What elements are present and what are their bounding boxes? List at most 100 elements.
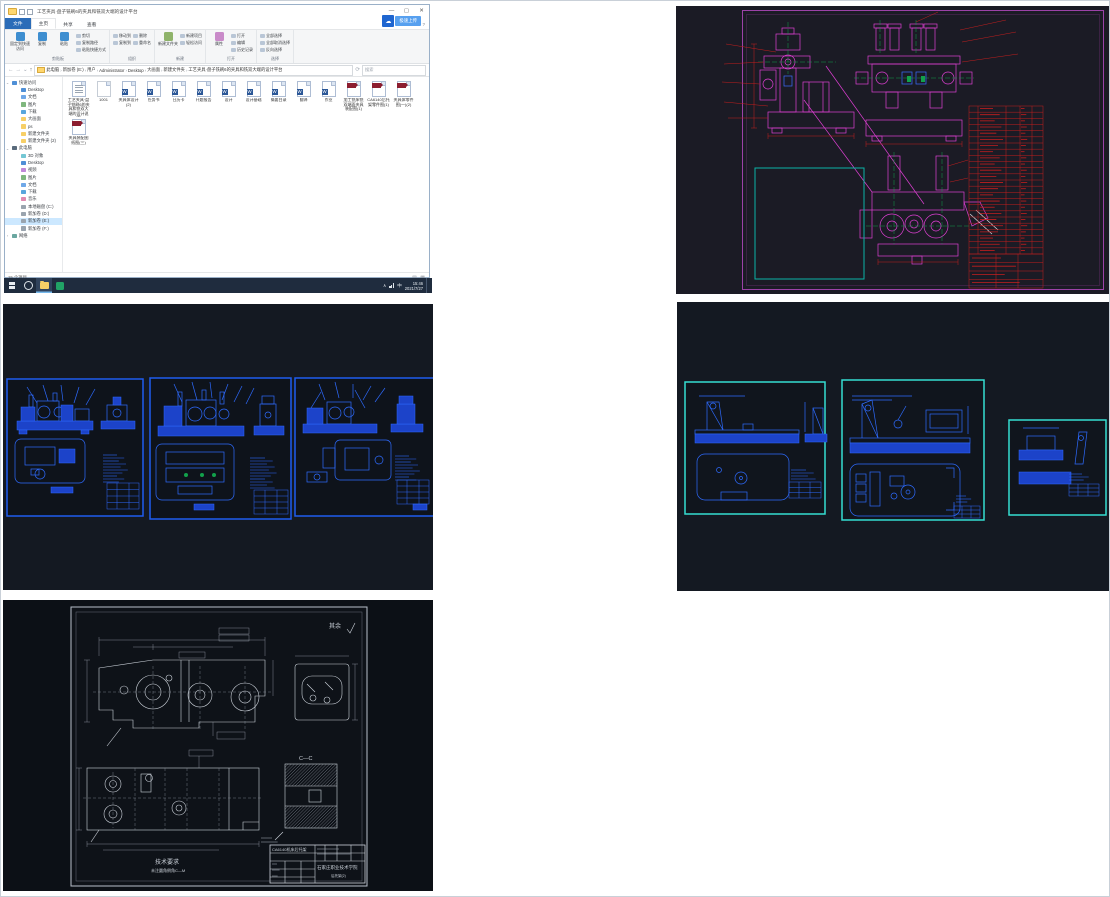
ribbon-small-button[interactable]: 删除 bbox=[133, 33, 151, 39]
ribbon-small-button[interactable]: 轻松访问 bbox=[180, 40, 202, 46]
ribbon-small-icon bbox=[231, 33, 236, 39]
search-button[interactable] bbox=[20, 278, 36, 293]
sidebar-item[interactable]: 文档 bbox=[5, 181, 62, 188]
breadcrumb-separator: › bbox=[144, 67, 147, 73]
sidebar-item[interactable]: 图片 bbox=[5, 101, 62, 108]
sidebar-item[interactable]: 音乐 bbox=[5, 196, 62, 203]
ribbon-small-button[interactable]: 剪切 bbox=[76, 33, 106, 39]
start-button[interactable] bbox=[4, 278, 20, 293]
sidebar-item[interactable]: 3D 对象 bbox=[5, 152, 62, 159]
sidebar-item[interactable]: 视频 bbox=[5, 167, 62, 174]
taskbar-clock[interactable]: 15:46 2021/7/27 bbox=[405, 281, 423, 291]
sidebar-item[interactable]: 本地磁盘 (C:) bbox=[5, 203, 62, 210]
back-icon[interactable]: ← bbox=[8, 65, 14, 75]
ribbon-small-button[interactable]: 历史记录 bbox=[231, 47, 253, 53]
sidebar-item[interactable]: 大画面 bbox=[5, 115, 62, 122]
breadcrumb-item[interactable]: 工艺夹具·盘子铣刷6的夹具和铣双大端的设计平台 bbox=[188, 67, 282, 73]
sidebar-item[interactable]: 下载 bbox=[5, 108, 62, 115]
tab-home[interactable]: 主页 bbox=[30, 18, 57, 29]
up-icon[interactable]: ↑ bbox=[30, 65, 33, 75]
breadcrumb-item[interactable]: 大画面 bbox=[147, 67, 160, 73]
file-item[interactable]: W 开题报告 bbox=[192, 81, 215, 103]
ribbon-button[interactable]: 复制 bbox=[32, 31, 52, 47]
pic-icon bbox=[21, 175, 26, 180]
breadcrumb-item[interactable]: 用户 bbox=[87, 67, 96, 73]
quick-access-toolbar[interactable] bbox=[5, 8, 33, 15]
history-drop-icon[interactable]: ⌄ bbox=[23, 65, 28, 75]
sidebar-item[interactable]: Desktop bbox=[5, 86, 62, 93]
tray-caret-icon[interactable]: ∧ bbox=[383, 283, 386, 289]
search-input[interactable]: 搜索 bbox=[362, 64, 426, 76]
ribbon-button[interactable]: 粘贴 bbox=[54, 31, 74, 47]
ime-indicator[interactable]: 中 bbox=[397, 283, 402, 289]
sidebar-item[interactable]: 新加卷 (D:) bbox=[5, 210, 62, 217]
sidebar-item[interactable]: Desktop bbox=[5, 159, 62, 166]
ribbon-small-button[interactable]: 全部取消选择 bbox=[260, 40, 290, 46]
breadcrumb-item[interactable]: 新加卷 (E:) bbox=[63, 67, 84, 73]
breadcrumb[interactable]: 此电脑 › 新加卷 (E:) › 用户 › Administrator › Desktop › 大画… bbox=[34, 64, 354, 76]
ribbon-small-button[interactable]: 新建项目 bbox=[180, 33, 202, 39]
file-item[interactable]: 夹具装配图纸图(三) bbox=[67, 119, 90, 145]
ribbon-small-button[interactable]: 重命名 bbox=[133, 40, 151, 46]
sidebar-item[interactable]: 文档 bbox=[5, 94, 62, 101]
file-item[interactable]: 夹具体零件图(一)(2) bbox=[392, 81, 415, 107]
ribbon-small-button[interactable]: 打开 bbox=[231, 33, 253, 39]
taskbar-app-button[interactable] bbox=[52, 278, 68, 293]
file-item[interactable]: W 翻译 bbox=[292, 81, 315, 103]
ribbon-small-button[interactable]: 复制路径 bbox=[76, 40, 106, 46]
file-item[interactable]: W 夹具体设计(2) bbox=[117, 81, 140, 107]
file-item[interactable]: W 摘要目录 bbox=[267, 81, 290, 103]
sidebar-section-header[interactable]: ⌄ 此电脑 bbox=[5, 145, 62, 152]
file-item[interactable]: W 设计 bbox=[217, 81, 240, 103]
disk-icon bbox=[21, 219, 26, 224]
show-desktop-button[interactable] bbox=[426, 278, 430, 293]
file-item[interactable]: W 日历卡 bbox=[167, 81, 190, 103]
file-item[interactable]: W 设计基础 bbox=[242, 81, 265, 103]
doc-icon bbox=[21, 182, 26, 187]
forward-icon[interactable]: → bbox=[16, 65, 22, 75]
tab-view[interactable]: 查看 bbox=[80, 20, 104, 29]
qat-button-icon[interactable] bbox=[19, 8, 25, 15]
sidebar-item[interactable]: 新建文件夹 bbox=[5, 130, 62, 137]
breadcrumb-item[interactable]: 此电脑 bbox=[46, 67, 59, 73]
file-item[interactable]: 1001 bbox=[92, 81, 115, 103]
cloud-upload-button[interactable]: ☁ 极速上传 bbox=[382, 15, 421, 27]
ribbon-small-button[interactable]: 移动到 bbox=[113, 33, 131, 39]
breadcrumb-item[interactable]: Administrator bbox=[99, 68, 124, 73]
ribbon-small-button[interactable]: 全部选择 bbox=[260, 33, 290, 39]
sidebar-item[interactable]: 图片 bbox=[5, 174, 62, 181]
sidebar-item[interactable]: ps bbox=[5, 123, 62, 130]
ribbon-button[interactable]: 固定到快速访问 bbox=[10, 31, 30, 51]
ribbon-button-icon bbox=[163, 32, 173, 41]
file-name: 夹具体设计(2) bbox=[118, 98, 139, 107]
file-item[interactable]: CA6140后托架零件图(1) bbox=[367, 81, 390, 107]
tab-file[interactable]: 文件 bbox=[5, 18, 31, 29]
sidebar-item[interactable]: 下载 bbox=[5, 188, 62, 195]
breadcrumb-item[interactable]: 新建文件夹 bbox=[163, 67, 184, 73]
refresh-icon[interactable]: ⟳ bbox=[355, 65, 360, 75]
ribbon-button[interactable]: 属性 bbox=[209, 31, 229, 47]
ribbon-small-button[interactable]: 反向选择 bbox=[260, 47, 290, 53]
file-item[interactable]: W 任务书 bbox=[142, 81, 165, 103]
tech-requirements-line: 未注圆角倒角C—M bbox=[151, 867, 185, 873]
ribbon-small-button[interactable]: 复制到 bbox=[113, 40, 131, 46]
file-item[interactable]: 工艺夹具·盘子铣刷6的夹具和铣双大端的设计说明 bbox=[67, 81, 90, 117]
tab-share[interactable]: 共享 bbox=[56, 20, 80, 29]
sidebar-item[interactable]: 新加卷 (F:) bbox=[5, 225, 62, 232]
breadcrumb-item[interactable]: Desktop bbox=[128, 68, 144, 73]
file-item[interactable]: W 作业 bbox=[317, 81, 340, 103]
taskbar-explorer-button[interactable] bbox=[36, 278, 52, 293]
network-icon[interactable] bbox=[389, 283, 395, 288]
ribbon-small-button[interactable]: 粘贴快捷方式 bbox=[76, 47, 106, 53]
sidebar-item[interactable]: 新加卷 (E:) bbox=[5, 217, 62, 225]
ribbon-small-button[interactable]: 编辑 bbox=[231, 40, 253, 46]
ribbon-button[interactable]: 新建文件夹 bbox=[158, 31, 178, 47]
breadcrumb-separator: › bbox=[185, 67, 188, 73]
file-icon-doc: W bbox=[121, 81, 136, 97]
file-item[interactable]: 加工铣床铣双端面夹具装配图(1) bbox=[342, 81, 365, 112]
search-ring-icon bbox=[23, 281, 33, 290]
qat-button-icon[interactable] bbox=[27, 8, 33, 15]
sidebar-item[interactable]: 新建文件夹 (2) bbox=[5, 137, 62, 144]
sidebar-section-header[interactable]: › 网络 bbox=[5, 232, 62, 239]
sidebar-section-header[interactable]: ⌄ 快速访问 bbox=[5, 79, 62, 86]
